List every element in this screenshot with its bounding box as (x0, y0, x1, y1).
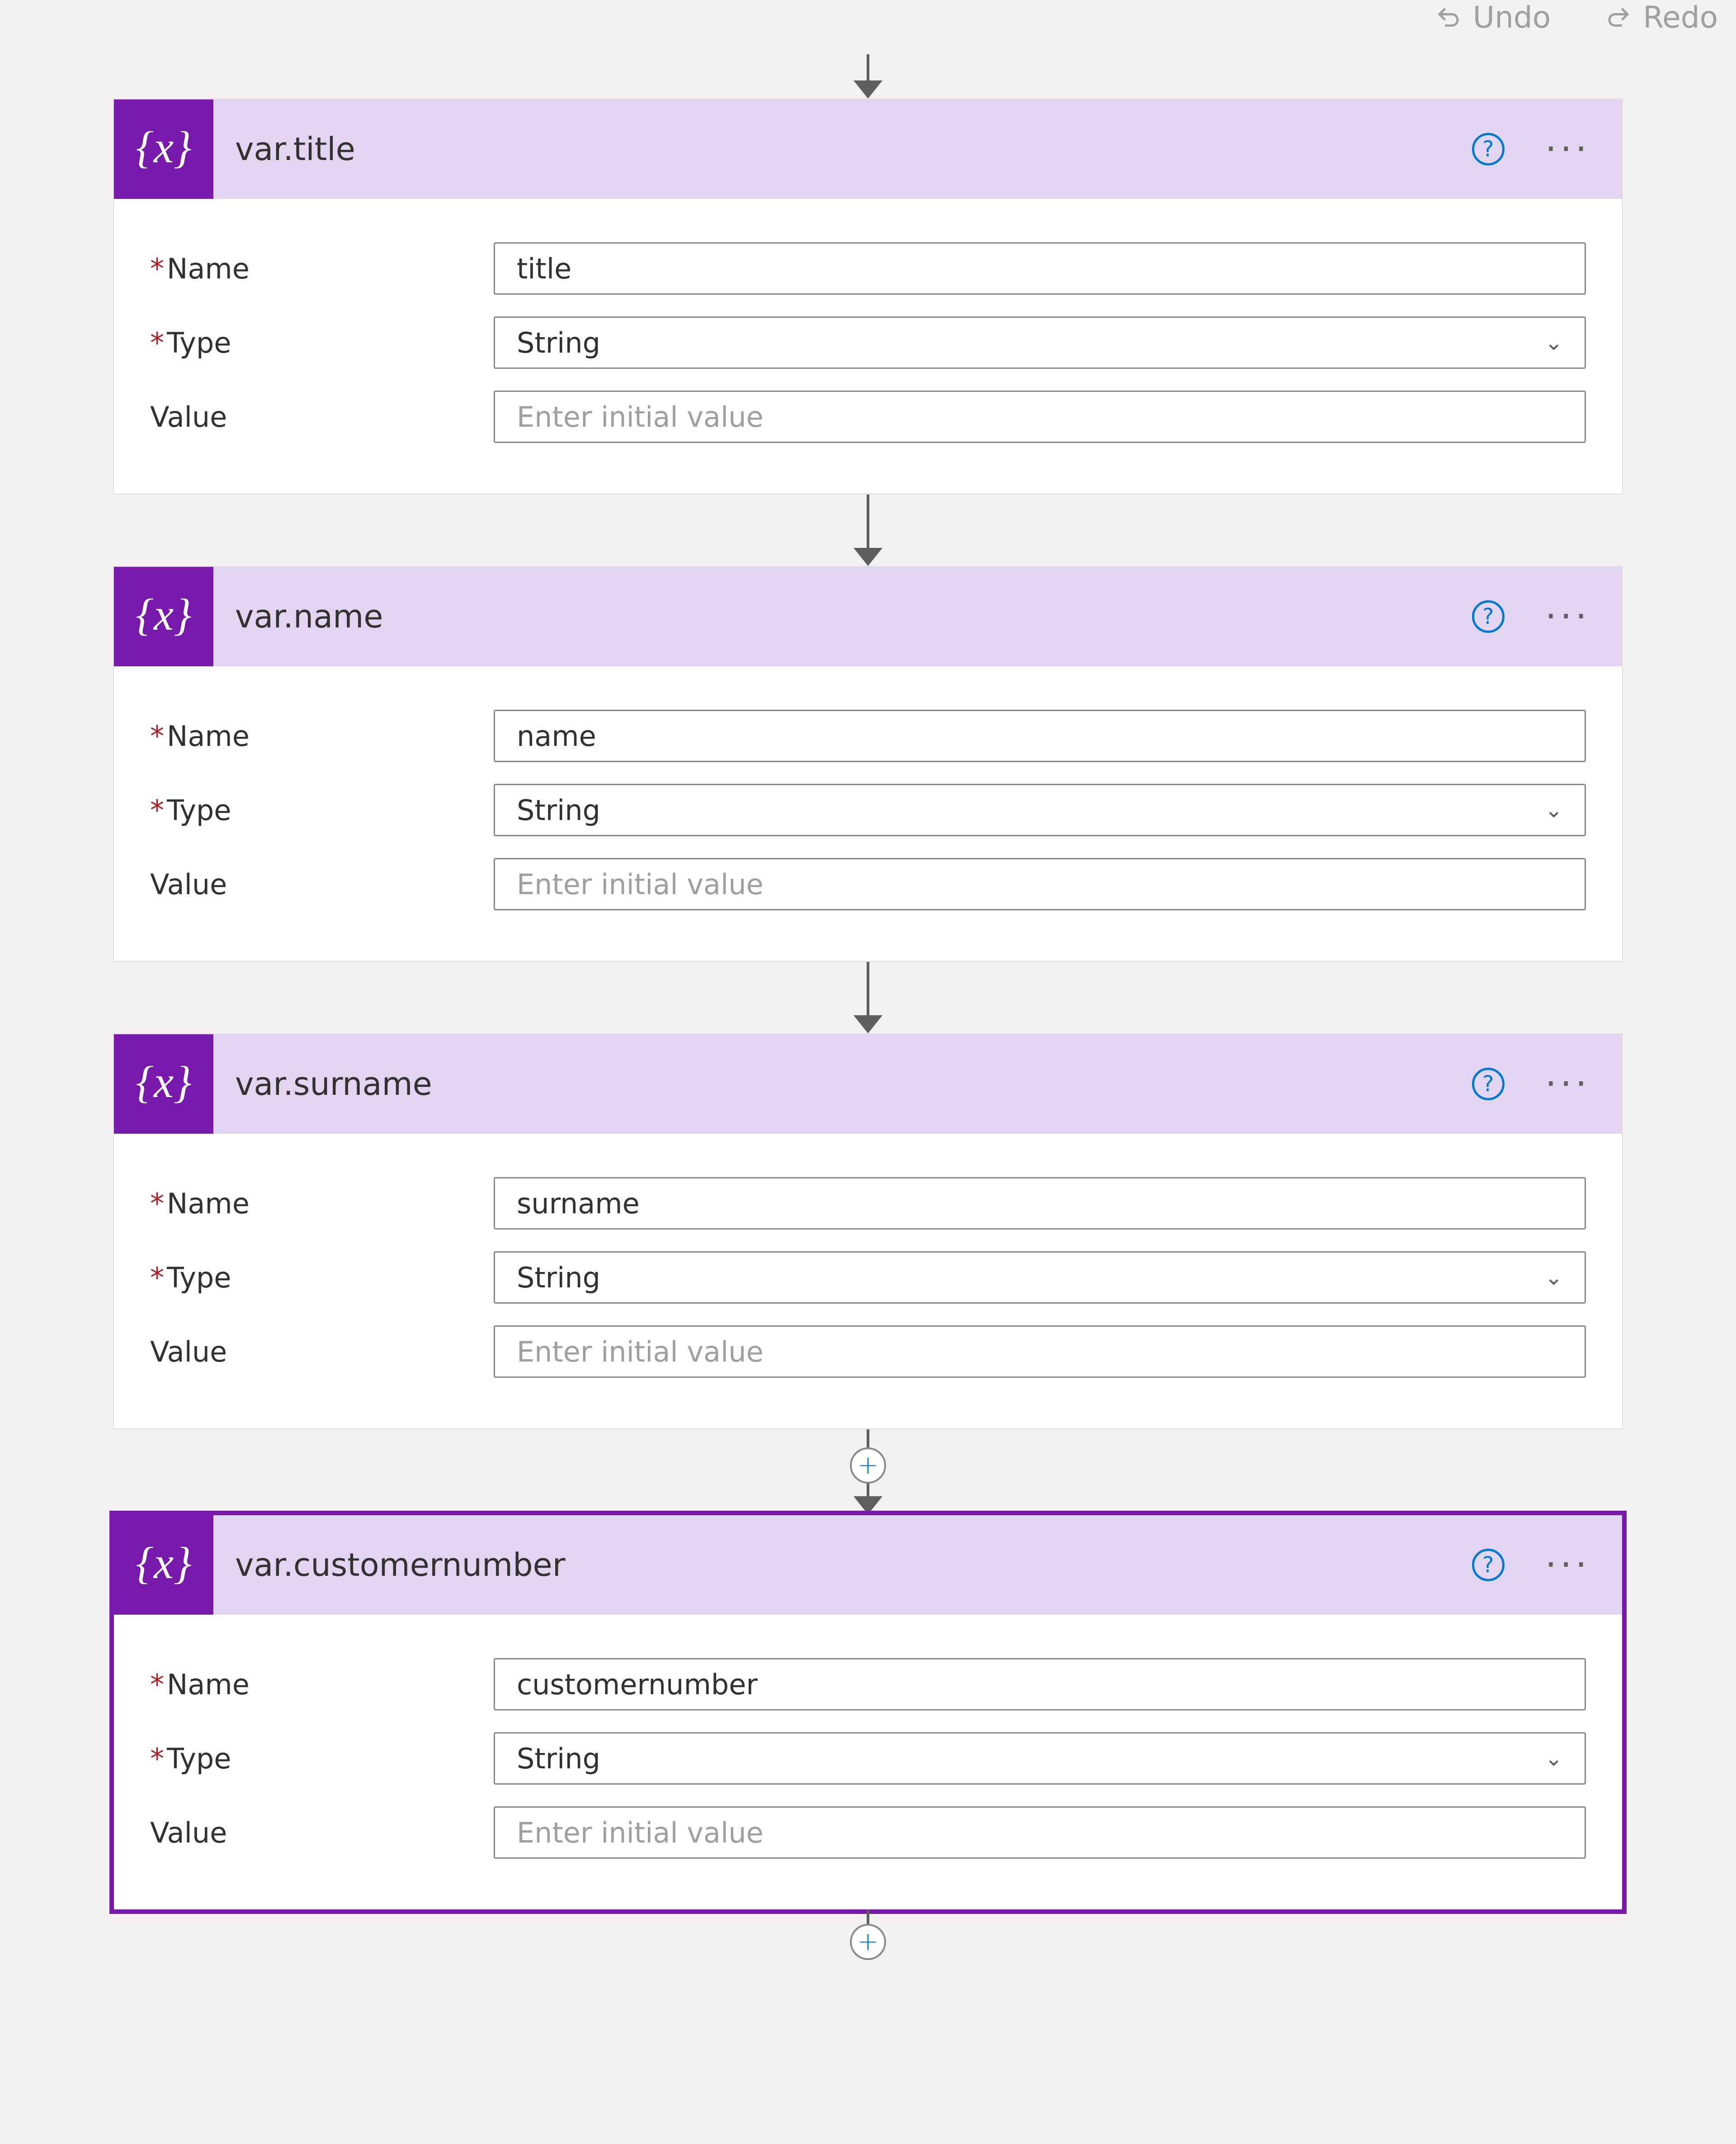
step-body: *Name *Type String ⌄ Value (114, 666, 1622, 961)
undo-label: Undo (1473, 0, 1551, 35)
type-label: *Type (150, 326, 494, 359)
type-label: *Type (150, 1261, 494, 1294)
chevron-down-icon: ⌄ (1545, 1265, 1563, 1290)
redo-icon (1605, 4, 1632, 31)
value-input[interactable] (494, 858, 1586, 910)
name-input[interactable] (494, 242, 1586, 295)
step-header[interactable]: {x} var.title ? ··· (114, 99, 1622, 199)
type-select[interactable]: String ⌄ (494, 784, 1586, 836)
flow-step[interactable]: {x} var.surname ? ··· *Name *Type String… (113, 1033, 1623, 1429)
help-icon[interactable]: ? (1472, 1068, 1505, 1100)
insert-step-button[interactable]: + (850, 1924, 886, 1960)
svg-text:{x}: {x} (136, 1058, 191, 1107)
step-body: *Name *Type String ⌄ Value (114, 199, 1622, 494)
name-label: *Name (150, 1187, 494, 1220)
step-header[interactable]: {x} var.customernumber ? ··· (114, 1515, 1622, 1615)
connector-with-insert: + (850, 1429, 886, 1514)
svg-text:{x}: {x} (136, 1539, 191, 1588)
value-input[interactable] (494, 1325, 1586, 1378)
name-label: *Name (150, 252, 494, 285)
name-label: *Name (150, 720, 494, 753)
step-title: var.name (213, 598, 1472, 635)
flow-canvas: {x} var.title ? ··· *Name *Type String ⌄ (0, 54, 1736, 1960)
name-input[interactable] (494, 1177, 1586, 1230)
ellipsis-icon[interactable]: ··· (1541, 142, 1595, 156)
value-input[interactable] (494, 391, 1586, 443)
help-icon[interactable]: ? (1472, 1549, 1505, 1581)
help-icon[interactable]: ? (1472, 600, 1505, 633)
chevron-down-icon: ⌄ (1545, 797, 1563, 823)
ellipsis-icon[interactable]: ··· (1541, 609, 1595, 624)
redo-label: Redo (1643, 0, 1718, 35)
step-title: var.title (213, 131, 1472, 168)
variable-icon: {x} (114, 1034, 213, 1134)
step-body: *Name *Type String ⌄ Value (114, 1134, 1622, 1428)
type-select[interactable]: String ⌄ (494, 1251, 1586, 1304)
incoming-connector (854, 54, 882, 99)
flow-step[interactable]: {x} var.customernumber ? ··· *Name *Type… (113, 1514, 1623, 1910)
ellipsis-icon[interactable]: ··· (1541, 1077, 1595, 1091)
variable-icon: {x} (114, 1515, 213, 1615)
name-input[interactable] (494, 1658, 1586, 1710)
flow-step[interactable]: {x} var.name ? ··· *Name *Type String ⌄ (113, 566, 1623, 962)
step-header[interactable]: {x} var.name ? ··· (114, 567, 1622, 666)
value-label: Value (150, 868, 494, 901)
value-label: Value (150, 401, 494, 434)
value-input[interactable] (494, 1806, 1586, 1859)
toolbar: Undo Redo (0, 0, 1736, 54)
help-icon[interactable]: ? (1472, 133, 1505, 165)
type-select[interactable]: String ⌄ (494, 316, 1586, 369)
variable-icon: {x} (114, 567, 213, 666)
step-title: var.customernumber (213, 1546, 1472, 1583)
chevron-down-icon: ⌄ (1545, 1746, 1563, 1771)
value-label: Value (150, 1335, 494, 1368)
svg-text:{x}: {x} (136, 123, 191, 172)
flow-step[interactable]: {x} var.title ? ··· *Name *Type String ⌄ (113, 99, 1623, 495)
step-title: var.surname (213, 1065, 1472, 1103)
svg-text:{x}: {x} (136, 590, 191, 640)
type-label: *Type (150, 1742, 494, 1775)
variable-icon: {x} (114, 99, 213, 199)
step-header[interactable]: {x} var.surname ? ··· (114, 1034, 1622, 1134)
insert-step-button[interactable]: + (850, 1447, 886, 1484)
name-input[interactable] (494, 710, 1586, 762)
trailing-connector: + (850, 1910, 886, 1960)
value-label: Value (150, 1816, 494, 1849)
connector (854, 962, 882, 1033)
chevron-down-icon: ⌄ (1545, 330, 1563, 355)
type-select[interactable]: String ⌄ (494, 1732, 1586, 1785)
undo-button[interactable]: Undo (1435, 0, 1551, 35)
redo-button[interactable]: Redo (1605, 0, 1718, 35)
name-label: *Name (150, 1668, 494, 1701)
ellipsis-icon[interactable]: ··· (1541, 1558, 1595, 1572)
type-label: *Type (150, 794, 494, 827)
step-body: *Name *Type String ⌄ Value (114, 1615, 1622, 1909)
connector (854, 495, 882, 566)
undo-icon (1435, 4, 1462, 31)
